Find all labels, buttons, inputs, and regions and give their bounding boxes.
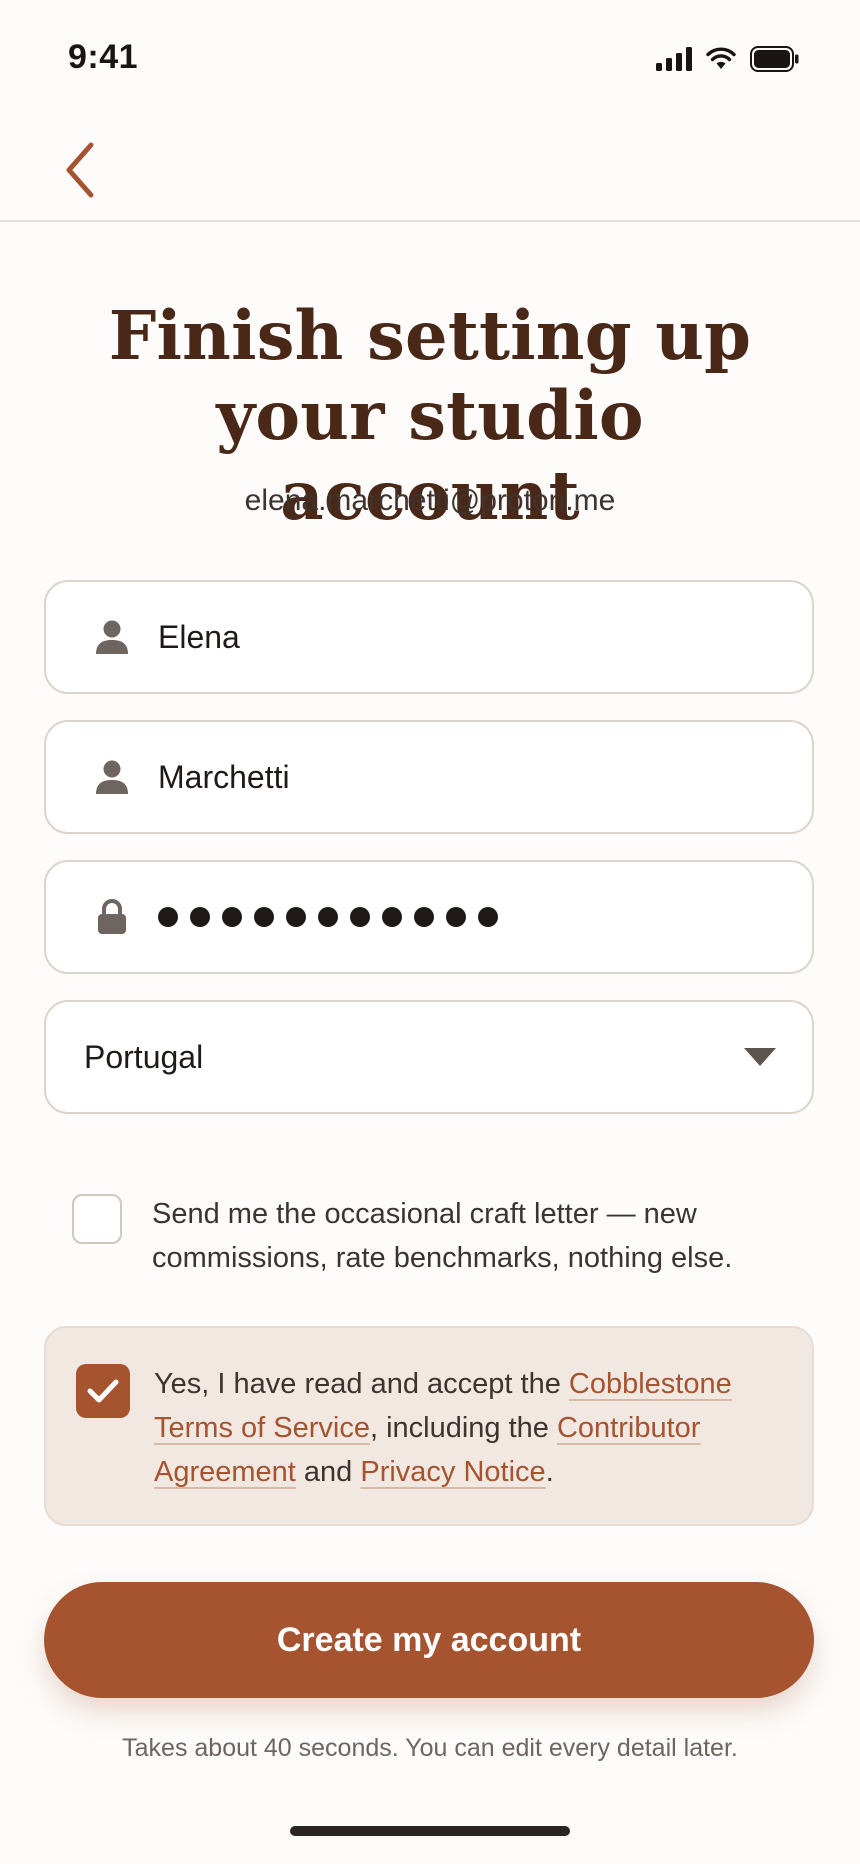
home-indicator — [290, 1826, 570, 1836]
terms-middle-1: , including the — [369, 1412, 557, 1444]
password-dot — [286, 907, 306, 927]
footnote: Takes about 40 seconds. You can edit eve… — [122, 1734, 738, 1762]
status-icons — [656, 45, 800, 77]
password-dot — [190, 907, 210, 927]
password-dot — [478, 907, 498, 927]
first-name-field[interactable]: Elena — [44, 580, 814, 694]
person-icon — [80, 759, 144, 795]
password-dot — [382, 907, 402, 927]
status-time: 9:41 — [68, 38, 139, 76]
person-icon — [80, 619, 144, 655]
password-field[interactable] — [44, 860, 814, 974]
create-account-button[interactable]: Create my account — [44, 1582, 814, 1698]
password-mask — [158, 907, 498, 927]
nav-bar — [0, 120, 860, 222]
password-dot — [350, 907, 370, 927]
newsletter-label: Send me the occasional craft letter — ne… — [152, 1198, 733, 1274]
password-dot — [222, 907, 242, 927]
chevron-left-icon — [66, 142, 94, 198]
password-dot — [158, 907, 178, 927]
last-name-field[interactable]: Marchetti — [44, 720, 814, 834]
first-name-value: Elena — [158, 618, 240, 655]
terms-suffix: . — [545, 1456, 554, 1488]
password-dot — [318, 907, 338, 927]
terms-checkbox[interactable] — [76, 1364, 130, 1418]
battery-icon — [750, 45, 800, 77]
chevron-down-icon — [744, 1048, 776, 1066]
wifi-icon — [706, 47, 736, 76]
country-select[interactable]: Portugal — [44, 1000, 814, 1114]
lock-icon — [80, 899, 144, 935]
last-name-value: Marchetti — [158, 758, 290, 795]
newsletter-checkbox[interactable] — [72, 1194, 122, 1244]
country-value: Portugal — [84, 1038, 204, 1075]
account-email: elena.marchetti@proton.me — [244, 484, 616, 517]
terms-prefix: Yes, I have read and accept the — [154, 1368, 569, 1400]
password-dot — [254, 907, 274, 927]
checkmark-icon — [87, 1379, 119, 1403]
back-button[interactable] — [40, 130, 120, 210]
password-dot — [414, 907, 434, 927]
password-dot — [446, 907, 466, 927]
terms-acceptance: Yes, I have read and accept the Cobblest… — [44, 1326, 814, 1526]
terms-middle-2: and — [295, 1456, 361, 1488]
privacy-notice-link[interactable]: Privacy Notice — [360, 1456, 545, 1488]
newsletter-option: Send me the occasional craft letter — ne… — [72, 1192, 792, 1280]
terms-label: Yes, I have read and accept the Cobblest… — [154, 1362, 790, 1494]
status-bar: 9:41 — [0, 0, 860, 120]
cellular-signal-icon — [656, 46, 692, 76]
